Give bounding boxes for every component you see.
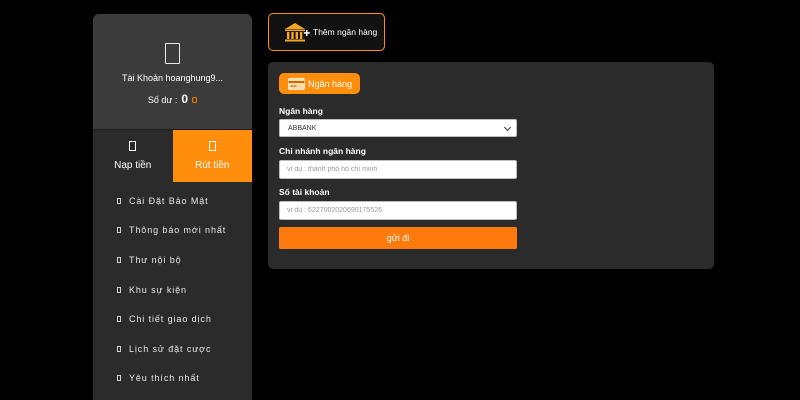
sidebar-menu: Cài Đặt Bảo Mật Thông báo mới nhất Thư n… bbox=[93, 182, 252, 393]
account-number-label: Số tài khoản bbox=[279, 187, 330, 197]
refresh-balance-icon[interactable] bbox=[192, 97, 198, 103]
gift-icon bbox=[117, 286, 121, 293]
heart-icon bbox=[117, 375, 121, 382]
sidebar-item-notifications[interactable]: Thông báo mới nhất bbox=[93, 216, 252, 246]
bank-select-label: Ngân hàng bbox=[279, 106, 323, 116]
balance-value: 0 bbox=[181, 92, 189, 106]
receipt-icon bbox=[117, 316, 121, 323]
sidebar-item-events[interactable]: Khu sự kiện bbox=[93, 275, 252, 305]
bank-card-icon bbox=[288, 77, 305, 90]
bank-select[interactable]: ABBANK bbox=[279, 119, 517, 137]
sidebar-item-security[interactable]: Cài Đặt Bảo Mật bbox=[93, 186, 252, 216]
avatar-icon bbox=[165, 43, 180, 64]
sidebar-item-transactions[interactable]: Chi tiết giao dịch bbox=[93, 304, 252, 334]
sidebar-item-label: Khu sự kiện bbox=[129, 284, 187, 295]
balance-label: Số dư : bbox=[147, 95, 178, 105]
sidebar: Tài Khoản hoanghung9... Số dư : 0 Nạp ti… bbox=[93, 14, 252, 400]
bank-section-tab[interactable]: Ngân hàng bbox=[279, 73, 361, 94]
sidebar-item-label: Yêu thích nhất bbox=[129, 373, 200, 384]
wallet-tabs: Nạp tiền Rút tiền bbox=[93, 130, 252, 182]
sidebar-item-label: Thông báo mới nhất bbox=[129, 225, 227, 236]
tab-deposit-label: Nạp tiền bbox=[114, 160, 152, 171]
sidebar-item-label: Chi tiết giao dịch bbox=[129, 314, 212, 325]
branch-input[interactable] bbox=[279, 160, 517, 179]
sidebar-item-label: Lịch sử đặt cược bbox=[129, 343, 212, 354]
tab-deposit[interactable]: Nạp tiền bbox=[93, 130, 173, 182]
balance: Số dư : 0 bbox=[147, 92, 198, 106]
account-number-input[interactable] bbox=[279, 201, 517, 220]
sidebar-item-favorites[interactable]: Yêu thích nhất bbox=[93, 364, 252, 394]
add-bank-label: Thêm ngân hàng bbox=[313, 27, 378, 37]
bank-section-label: Ngân hàng bbox=[308, 78, 353, 89]
account-name: Tài Khoản hoanghung9... bbox=[121, 73, 224, 83]
withdraw-icon bbox=[208, 141, 216, 151]
tab-withdraw[interactable]: Rút tiền bbox=[172, 130, 252, 182]
deposit-icon bbox=[129, 141, 137, 151]
history-icon bbox=[117, 345, 121, 352]
tab-withdraw-label: Rút tiền bbox=[195, 160, 230, 171]
bank-plus-icon bbox=[285, 23, 310, 42]
chevron-down-icon bbox=[503, 123, 512, 132]
branch-label: Chi nhánh ngân hàng bbox=[279, 146, 366, 156]
mail-icon bbox=[117, 256, 121, 263]
bank-select-value: ABBANK bbox=[288, 124, 317, 132]
submit-button[interactable]: gửi đi bbox=[279, 227, 517, 249]
sidebar-item-label: Cài Đặt Bảo Mật bbox=[129, 195, 209, 206]
sidebar-item-inbox[interactable]: Thư nội bộ bbox=[93, 245, 252, 275]
security-icon bbox=[117, 197, 121, 204]
sidebar-item-bet-history[interactable]: Lịch sử đặt cược bbox=[93, 334, 252, 364]
bell-icon bbox=[117, 227, 121, 234]
bank-form-panel: Ngân hàng Ngân hàng ABBANK Chi nhánh ngâ… bbox=[268, 62, 714, 269]
profile-card: Tài Khoản hoanghung9... Số dư : 0 bbox=[93, 14, 252, 130]
add-bank-button[interactable]: Thêm ngân hàng bbox=[268, 13, 385, 51]
sidebar-item-label: Thư nội bộ bbox=[129, 254, 182, 265]
